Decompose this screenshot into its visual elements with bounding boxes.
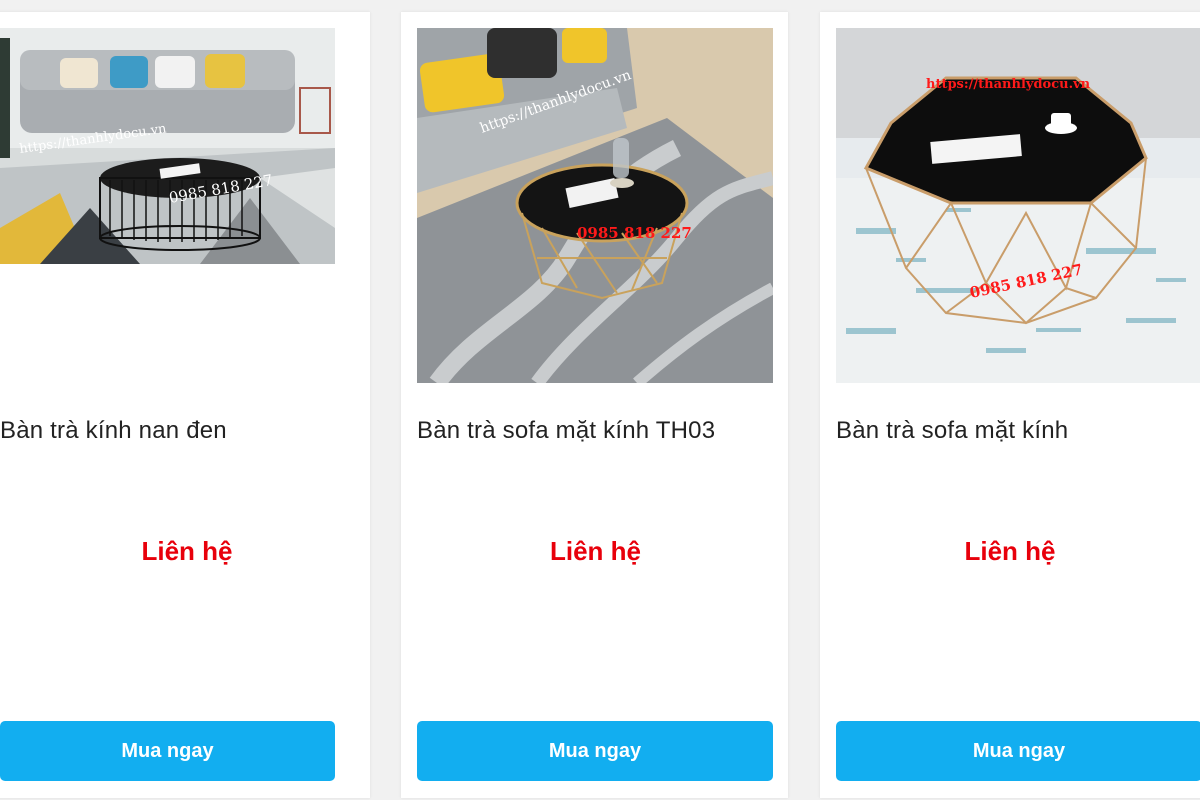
buy-now-button[interactable]: Mua ngay — [836, 721, 1200, 781]
product-price: Liên hệ — [549, 536, 641, 566]
product-card[interactable]: https://thanhlydocu.vn 0985 818 227 Bàn … — [820, 12, 1200, 798]
buy-now-button[interactable]: Mua ngay — [0, 721, 335, 781]
buy-now-button[interactable]: Mua ngay — [417, 721, 773, 781]
watermark-url: https://thanhlydocu.vn — [926, 77, 1091, 92]
product-image[interactable]: https://thanhlydocu.vn 0985 818 227 — [417, 28, 773, 383]
product-image[interactable]: https://thanhlydocu.vn 0985 818 227 — [0, 28, 335, 264]
product-title[interactable]: Bàn trà sofa mặt kính — [836, 417, 1068, 445]
product-title[interactable]: Bàn trà kính nan đen — [0, 417, 227, 445]
product-price: Liên hệ — [141, 536, 233, 566]
watermark-phone: 0985 818 227 — [577, 224, 692, 242]
product-card[interactable]: https://thanhlydocu.vn 0985 818 227 Bàn … — [0, 12, 370, 798]
product-card[interactable]: https://thanhlydocu.vn 0985 818 227 Bàn … — [401, 12, 788, 798]
product-title[interactable]: Bàn trà sofa mặt kính TH03 — [417, 417, 715, 445]
product-price: Liên hệ — [964, 536, 1056, 566]
product-image[interactable]: https://thanhlydocu.vn 0985 818 227 — [836, 28, 1200, 383]
